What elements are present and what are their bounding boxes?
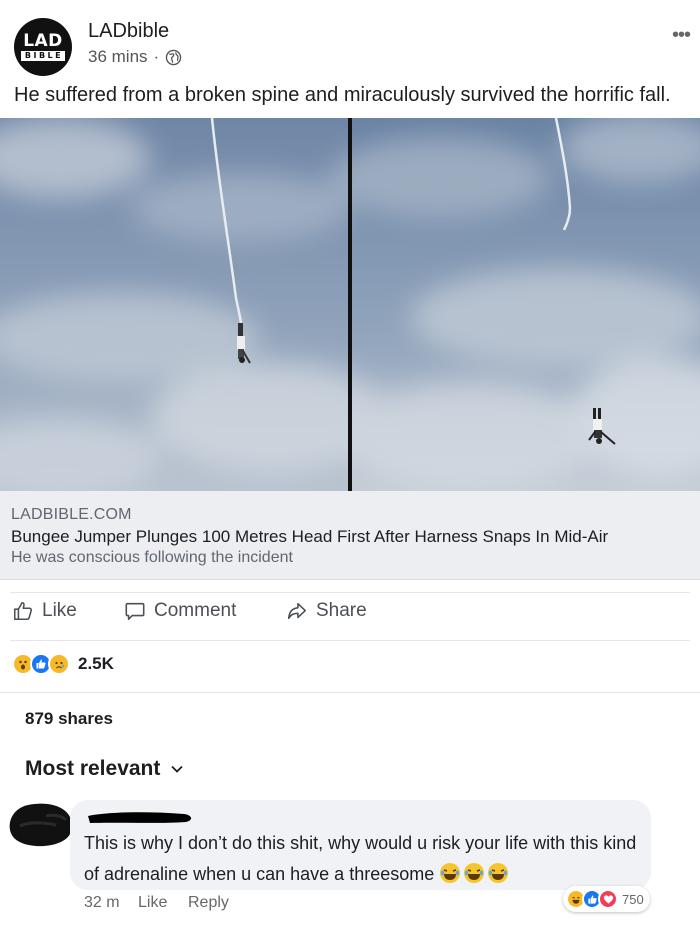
bungee-photo-collage [0,118,700,491]
comment-reaction-summary[interactable]: 750 [563,886,650,912]
comment-bubble[interactable]: This is why I don’t do this shit, why wo… [70,800,651,890]
page-name[interactable]: LADbible [88,20,169,43]
sad-reaction-icon [48,653,70,675]
share-button[interactable]: Share [286,600,367,622]
comment-like-link[interactable]: Like [138,894,167,912]
logo-text-top: LAD [23,31,63,51]
more-dots-icon[interactable]: ••• [672,24,691,47]
redacted-commenter-name [88,812,192,823]
love-reaction-icon [598,889,618,909]
link-title: Bungee Jumper Plunges 100 Metres Head Fi… [11,527,609,546]
link-domain: LADBIBLE.COM [11,506,132,523]
comment-label: Comment [154,600,237,621]
reaction-summary[interactable]: 2.5K [12,652,114,676]
link-description: He was conscious following the incident [11,549,293,566]
divider [10,640,690,641]
comment-text-content: This is why I don’t do this shit, why wo… [84,833,637,884]
comment-text: This is why I don’t do this shit, why wo… [84,828,644,890]
share-label: Share [316,600,367,621]
post-text: He suffered from a broken spine and mira… [14,84,671,106]
page-avatar[interactable]: LAD BIBLE [14,18,72,76]
comment-reply-link[interactable]: Reply [188,894,229,912]
post-image[interactable] [0,118,700,491]
chevron-down-icon [171,765,184,773]
share-icon [287,602,307,620]
like-button[interactable]: Like [12,600,77,622]
shares-count[interactable]: 879 shares [25,709,113,729]
globe-icon [165,49,182,65]
thumbs-up-icon [13,601,33,621]
link-preview[interactable]: LADBIBLE.COM Bungee Jumper Plunges 100 M… [0,491,700,580]
like-label: Like [42,600,77,621]
reaction-count: 2.5K [78,654,114,673]
sort-label: Most relevant [25,757,161,780]
divider [0,692,700,693]
comment-reaction-count: 750 [622,891,644,907]
comment-sort-dropdown[interactable]: Most relevant [25,757,184,781]
laughing-emoji-icon [440,863,461,883]
laughing-emoji-icon [488,863,509,883]
post-header: LAD BIBLE LADbible 36 mins · ••• [0,0,700,80]
meta-separator: · [153,47,160,66]
comment-time[interactable]: 32 m [84,894,120,912]
action-bar: Like Comment Share [0,600,700,634]
commenter-avatar[interactable] [6,800,76,848]
laughing-emoji-icon [464,863,485,883]
comment-button[interactable]: Comment [124,600,236,622]
comment-icon [125,602,145,621]
post-meta: 36 mins · [88,47,182,67]
post-time[interactable]: 36 mins [88,47,148,67]
divider [10,592,690,593]
logo-text-bottom: BIBLE [20,51,66,61]
